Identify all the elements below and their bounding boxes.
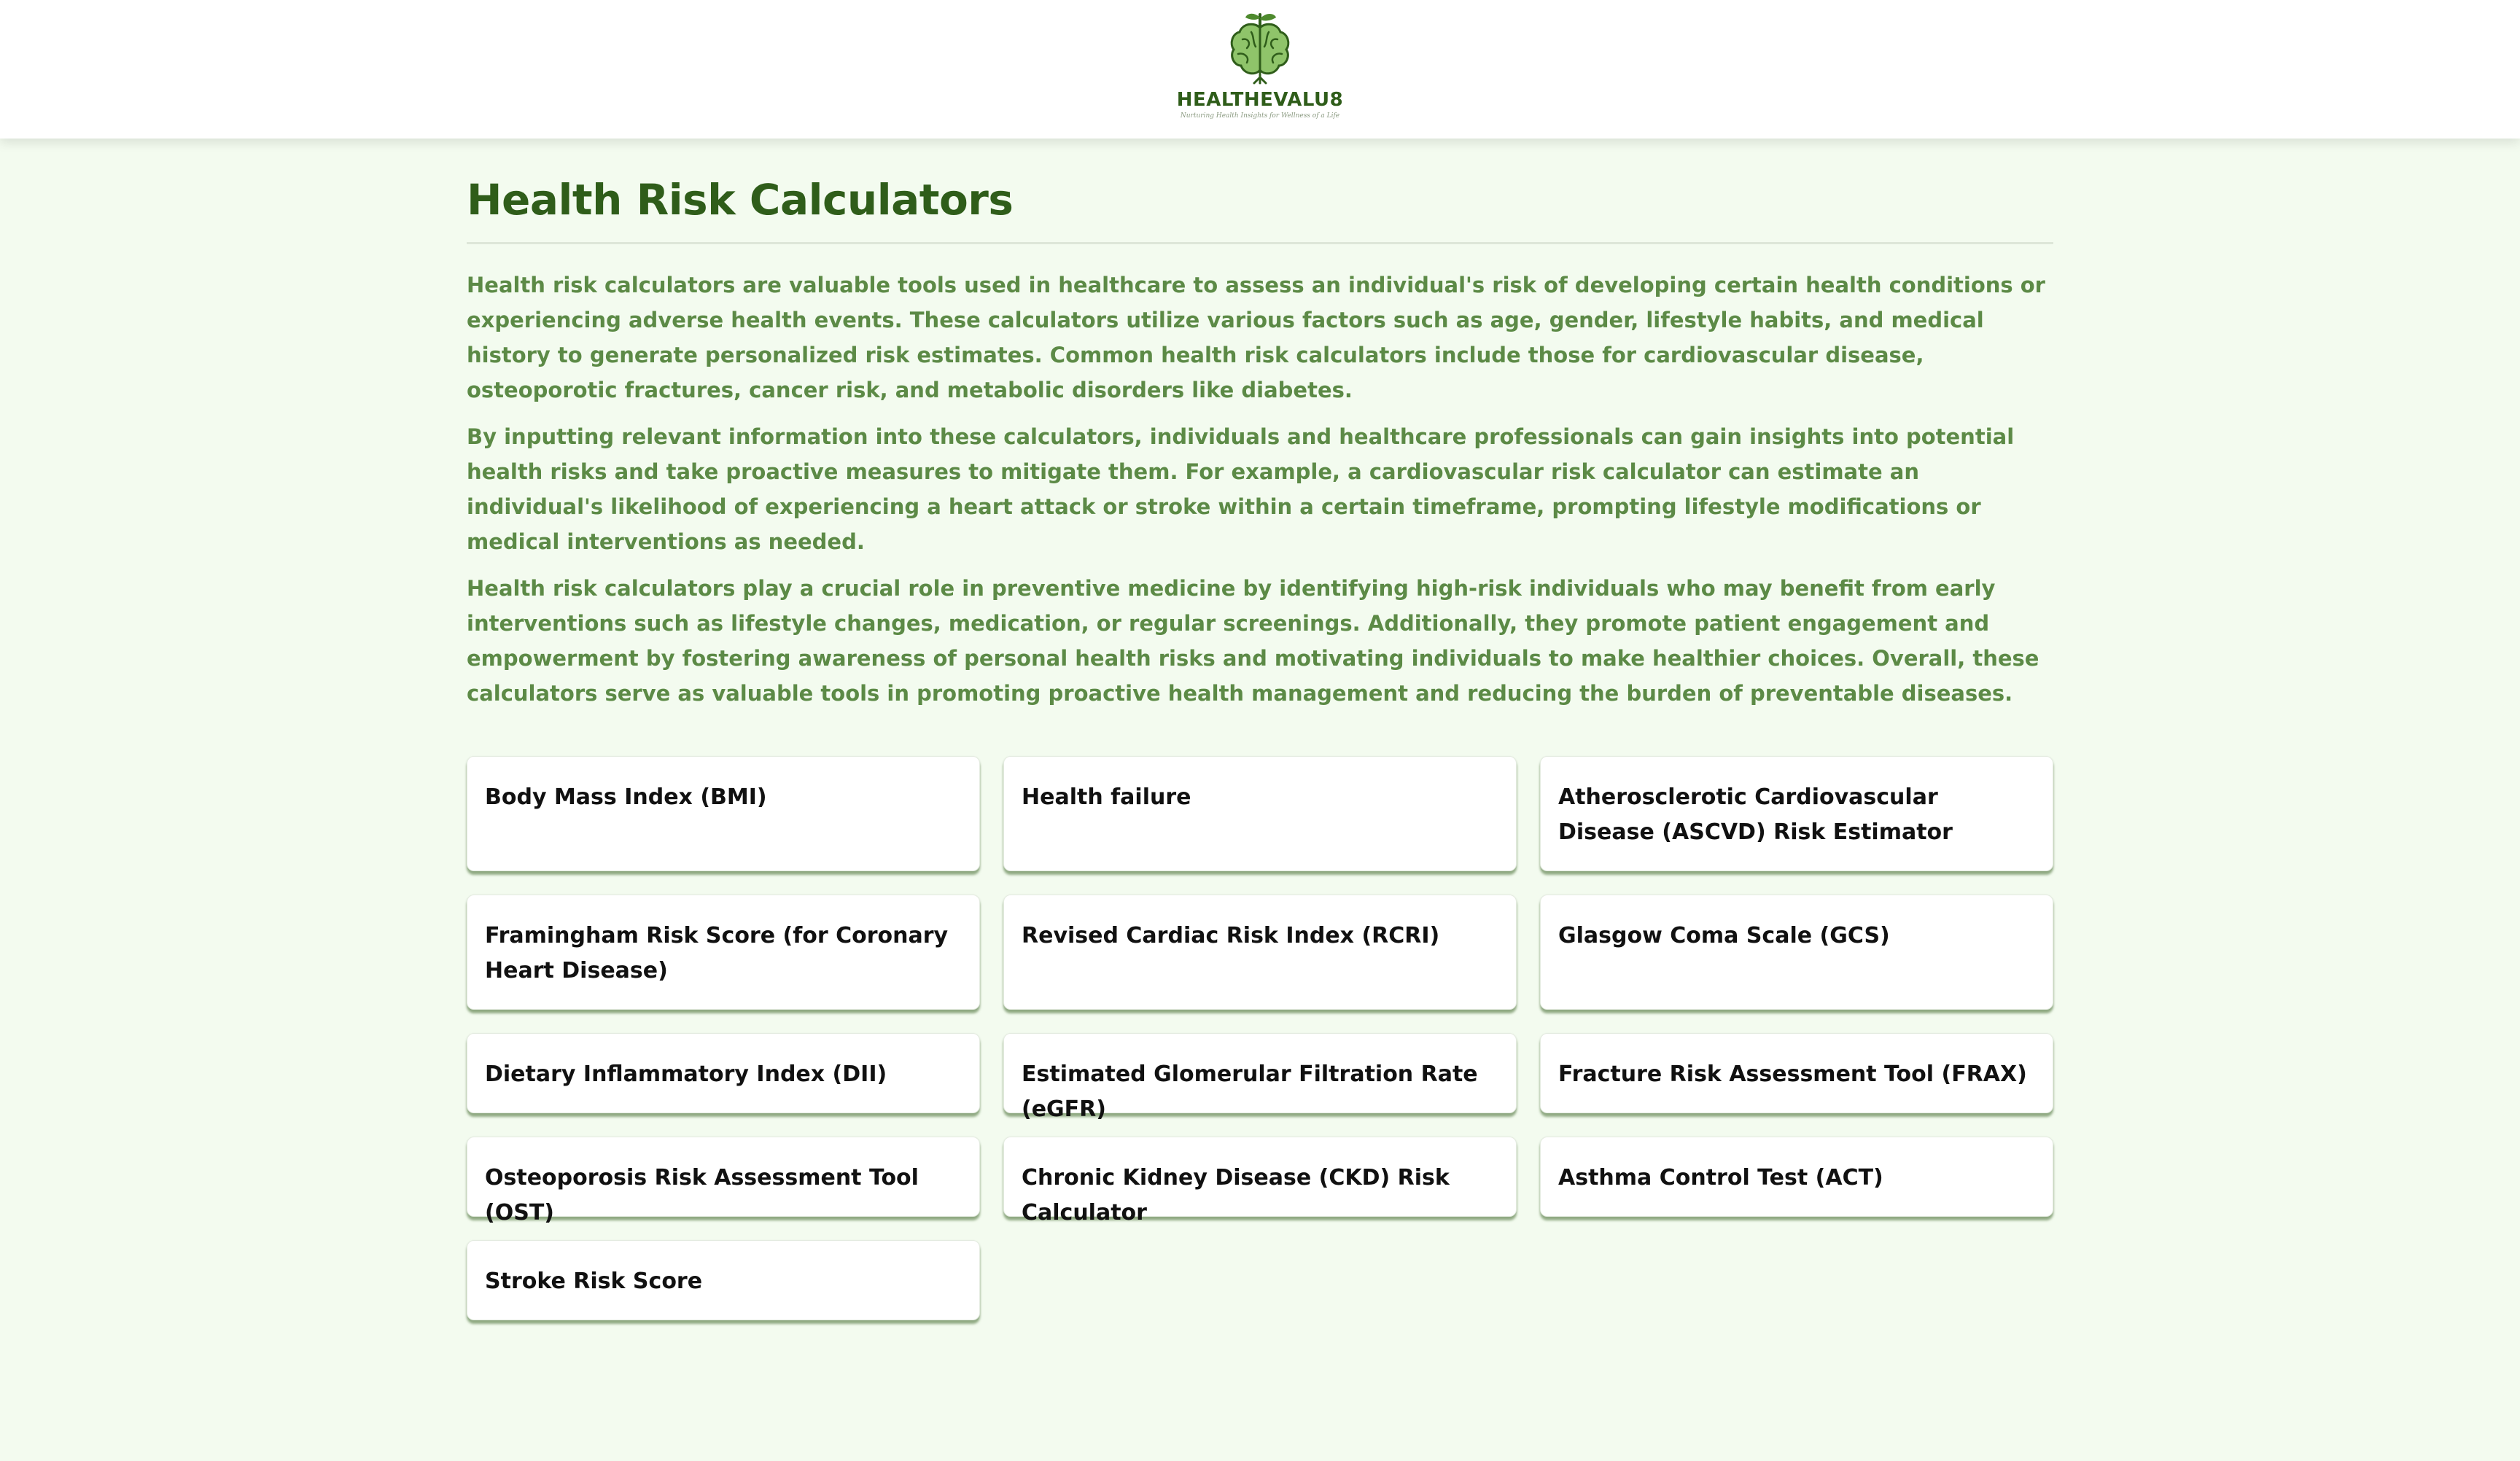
calculator-card-health-failure[interactable]: Health failure xyxy=(1003,755,1517,871)
calculator-card-gcs[interactable]: Glasgow Coma Scale (GCS) xyxy=(1540,894,2053,1010)
main-content: Health Risk Calculators Health risk calc… xyxy=(467,139,2053,1320)
intro-paragraph: Health risk calculators are valuable too… xyxy=(467,272,2045,402)
calculator-card-ost[interactable]: Osteoporosis Risk Assessment Tool (OST) xyxy=(467,1136,980,1226)
page-title: Health Risk Calculators xyxy=(467,175,1014,225)
calculator-card-framingham[interactable]: Framingham Risk Score (for Coronary Hear… xyxy=(467,894,980,1010)
calculator-grid: Body Mass Index (BMI) Health failure Ath… xyxy=(467,755,2053,1320)
calculator-card-frax[interactable]: Fracture Risk Assessment Tool (FRAX) xyxy=(1540,1032,2053,1113)
calculator-card-dii[interactable]: Dietary Inflammatory Index (DII) xyxy=(467,1032,980,1113)
intro-paragraph: Health risk calculators play a crucial r… xyxy=(467,575,2039,706)
site-logo[interactable]: HEALTHEVALU8 Nurturing Health Insights f… xyxy=(1177,10,1343,127)
calculator-card-ckd[interactable]: Chronic Kidney Disease (CKD) Risk Calcul… xyxy=(1003,1136,1517,1226)
intro-paragraph: By inputting relevant information into t… xyxy=(467,424,2015,554)
calculator-card-rcri[interactable]: Revised Cardiac Risk Index (RCRI) xyxy=(1003,894,1517,1010)
title-divider xyxy=(467,241,2053,244)
logo-wordmark: HEALTHEVALU8 xyxy=(1176,89,1344,111)
logo-tagline: Nurturing Health Insights for Wellness o… xyxy=(1180,112,1340,120)
calculator-card-ascvd[interactable]: Atherosclerotic Cardiovascular Disease (… xyxy=(1540,755,2053,871)
calculator-card-act[interactable]: Asthma Control Test (ACT) xyxy=(1540,1136,2053,1217)
calculator-card-egfr[interactable]: Estimated Glomerular Filtration Rate (eG… xyxy=(1003,1032,1517,1122)
site-header: HEALTHEVALU8 Nurturing Health Insights f… xyxy=(0,0,2520,139)
calculator-card-bmi[interactable]: Body Mass Index (BMI) xyxy=(467,755,980,871)
brain-tree-logo-icon xyxy=(1230,13,1290,85)
intro-text: Health risk calculators are valuable too… xyxy=(467,268,2053,711)
calculator-card-stroke[interactable]: Stroke Risk Score xyxy=(467,1239,980,1320)
